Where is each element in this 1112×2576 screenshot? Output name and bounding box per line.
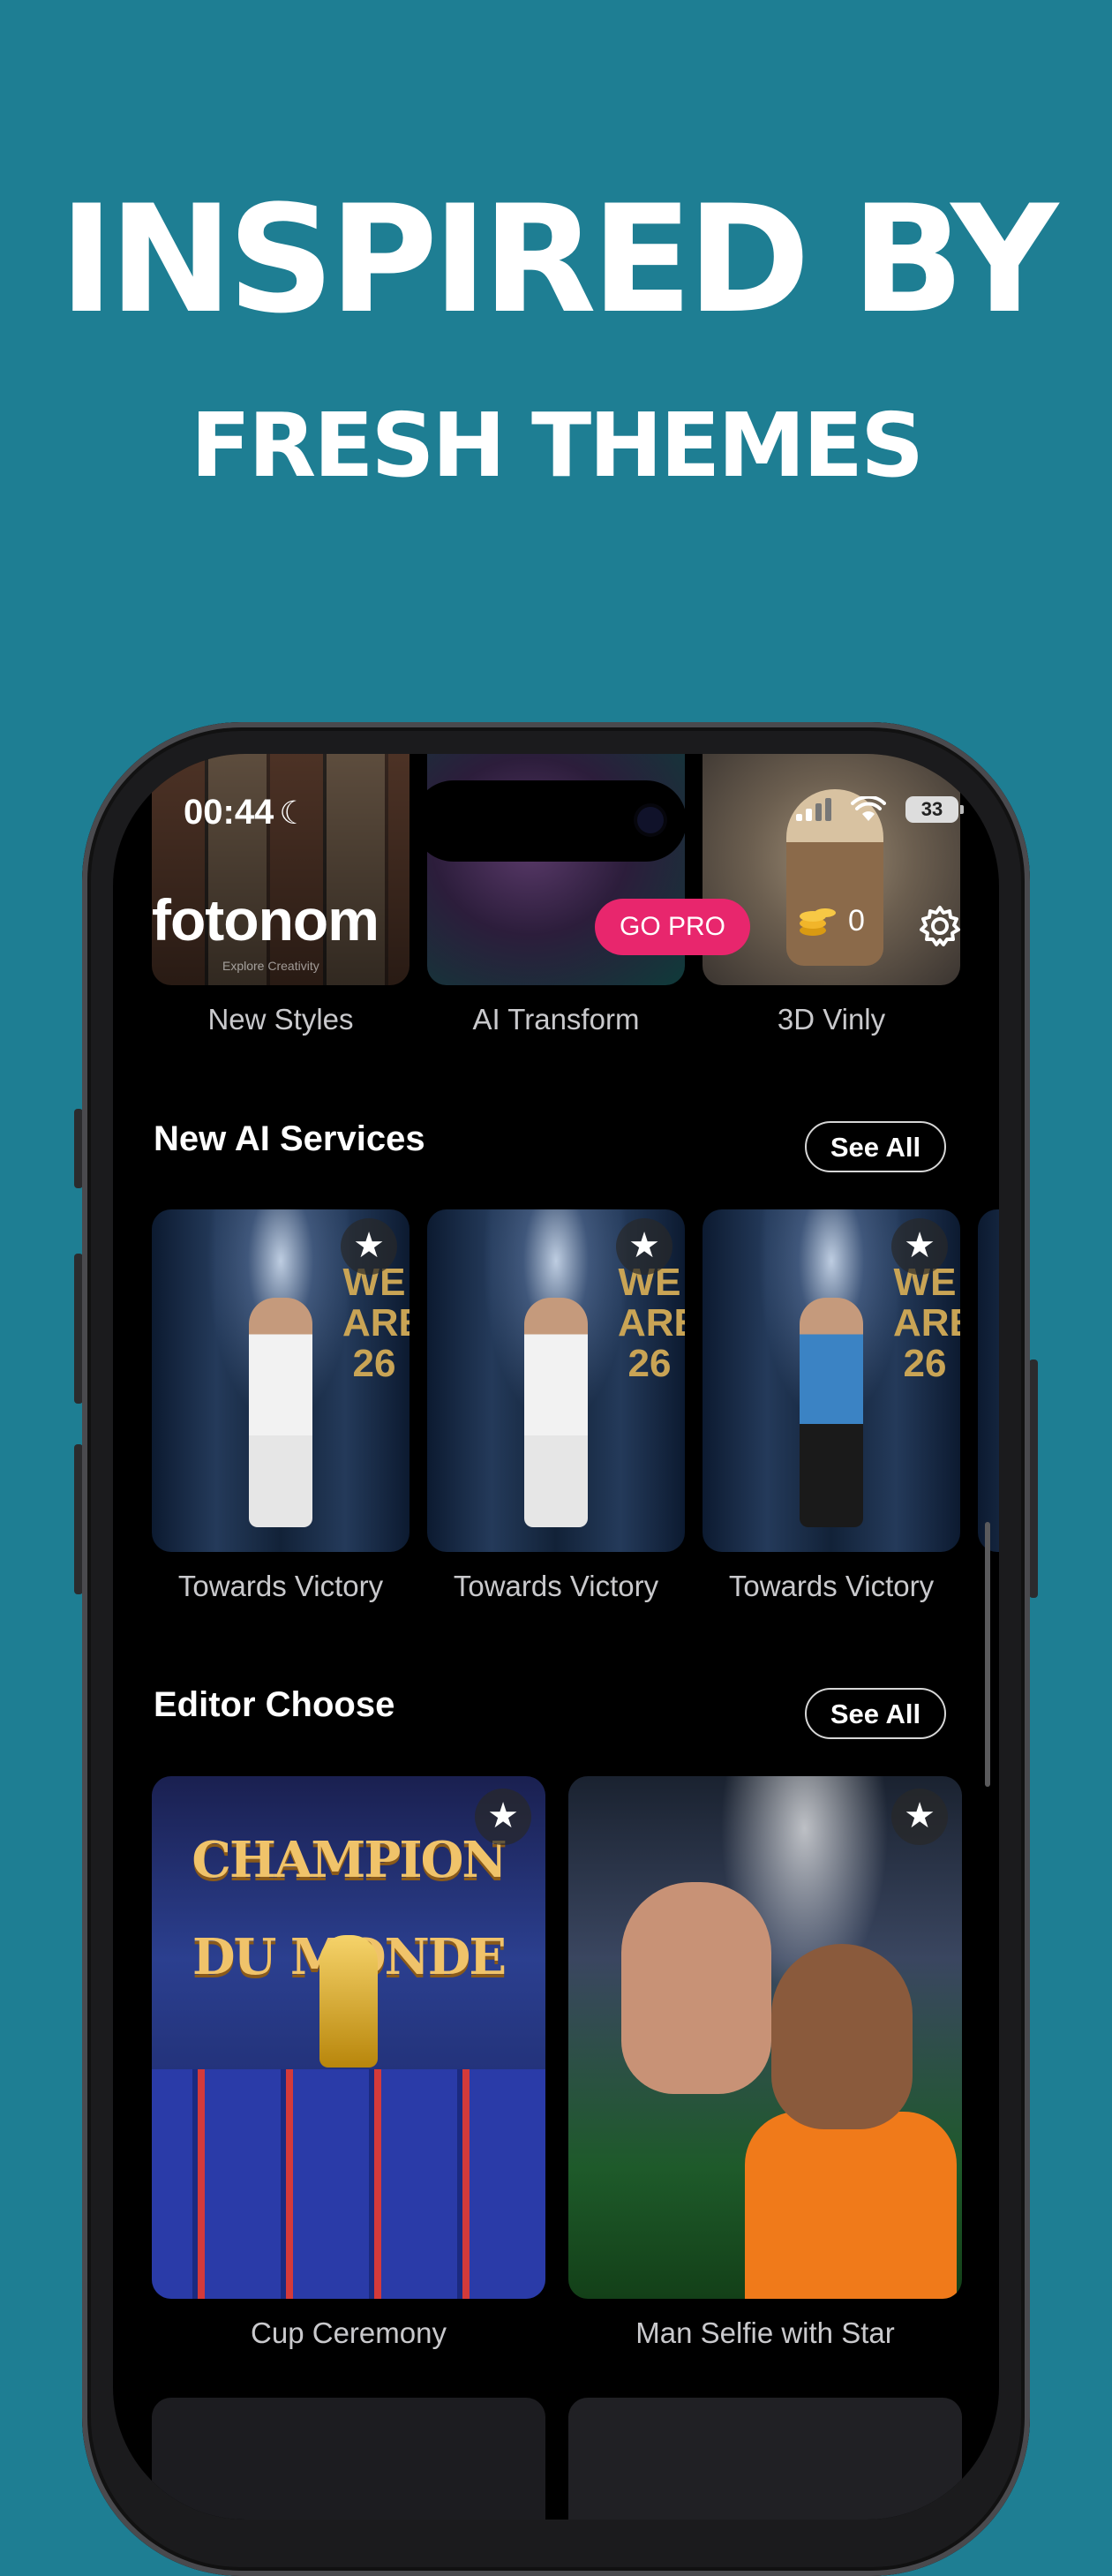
- scrollbar[interactable]: [985, 1522, 990, 1787]
- favorite-star-icon[interactable]: ★: [891, 1789, 948, 1845]
- favorite-star-icon[interactable]: ★: [475, 1789, 531, 1845]
- person-face: [621, 1882, 771, 2094]
- player-figure: [524, 1298, 588, 1527]
- dynamic-island: [413, 780, 687, 862]
- app-tagline: Explore Creativity: [222, 959, 319, 973]
- style-label-new-styles: New Styles: [207, 1003, 354, 1036]
- player-figure: [249, 1298, 312, 1527]
- service-card-partial[interactable]: [978, 1209, 999, 1552]
- focus-moon-icon: ☾: [279, 795, 308, 831]
- go-pro-button[interactable]: GO PRO: [595, 899, 750, 955]
- status-time: 00:44 ☾: [184, 793, 308, 832]
- wifi-icon: [851, 796, 886, 821]
- editor-card-next[interactable]: [568, 2398, 962, 2520]
- crowd-image: [152, 2069, 545, 2299]
- favorite-star-icon[interactable]: ★: [616, 1218, 672, 1275]
- settings-gear-icon[interactable]: [918, 904, 962, 948]
- service-card-towards-victory-2[interactable]: WE ARE 26 ★: [427, 1209, 685, 1552]
- promo-headline: INSPIRED BY: [58, 173, 1058, 346]
- service-label: Towards Victory: [177, 1570, 384, 1602]
- editor-choose-see-all-button[interactable]: See All: [805, 1688, 946, 1739]
- trophy-image: [319, 1935, 378, 2068]
- service-card-towards-victory-3[interactable]: WE ARE 26 ★: [703, 1209, 960, 1552]
- new-ai-services-see-all-button[interactable]: See All: [805, 1121, 946, 1172]
- wall-text: WE ARE 26: [893, 1261, 960, 1385]
- editor-card-man-selfie-with-star[interactable]: ★: [568, 1776, 962, 2299]
- section-title-editor-choose: Editor Choose: [154, 1685, 395, 1724]
- camera-icon: [637, 807, 664, 833]
- editor-card-cup-ceremony[interactable]: CHAMPION DU MONDE ★: [152, 1776, 545, 2299]
- style-label-ai-transform: AI Transform: [472, 1003, 640, 1036]
- phone-screen: 00:44 ☾ 33 fotonom Explore Creativity GO …: [113, 754, 999, 2520]
- wall-text: WE ARE 26: [342, 1261, 409, 1385]
- player-figure: [800, 1298, 863, 1527]
- coin-stack-icon: [800, 908, 836, 936]
- promo-subheadline: FRESH THEMES: [190, 394, 924, 497]
- person-face: [771, 1944, 913, 2129]
- service-card-towards-victory-1[interactable]: WE ARE 26 ★: [152, 1209, 409, 1552]
- wall-text: WE ARE 26: [618, 1261, 685, 1385]
- service-label: Towards Victory: [453, 1570, 659, 1602]
- favorite-star-icon[interactable]: ★: [341, 1218, 397, 1275]
- favorite-star-icon[interactable]: ★: [891, 1218, 948, 1275]
- phone-power-button: [1029, 1360, 1038, 1598]
- editor-card-next[interactable]: [152, 2398, 545, 2520]
- app-logo: fotonom: [152, 887, 379, 953]
- battery-icon: 33: [905, 796, 964, 823]
- orange-jersey: [745, 2112, 957, 2299]
- champion-banner: CHAMPION DU MONDE: [192, 1831, 507, 1986]
- style-label-3d-vinly: 3D Vinly: [777, 1003, 886, 1036]
- section-title-new-ai-services: New AI Services: [154, 1119, 425, 1158]
- editor-label: Cup Ceremony: [251, 2316, 447, 2349]
- style-card-3d-vinly[interactable]: [703, 754, 960, 985]
- cellular-signal-icon: [796, 798, 831, 821]
- status-time-text: 00:44: [184, 793, 274, 832]
- coin-count: 0: [848, 903, 865, 938]
- coin-balance[interactable]: 0: [797, 900, 865, 941]
- service-label: Towards Victory: [728, 1570, 935, 1602]
- status-icons: 33: [796, 796, 964, 823]
- editor-label: Man Selfie with Star: [635, 2316, 895, 2349]
